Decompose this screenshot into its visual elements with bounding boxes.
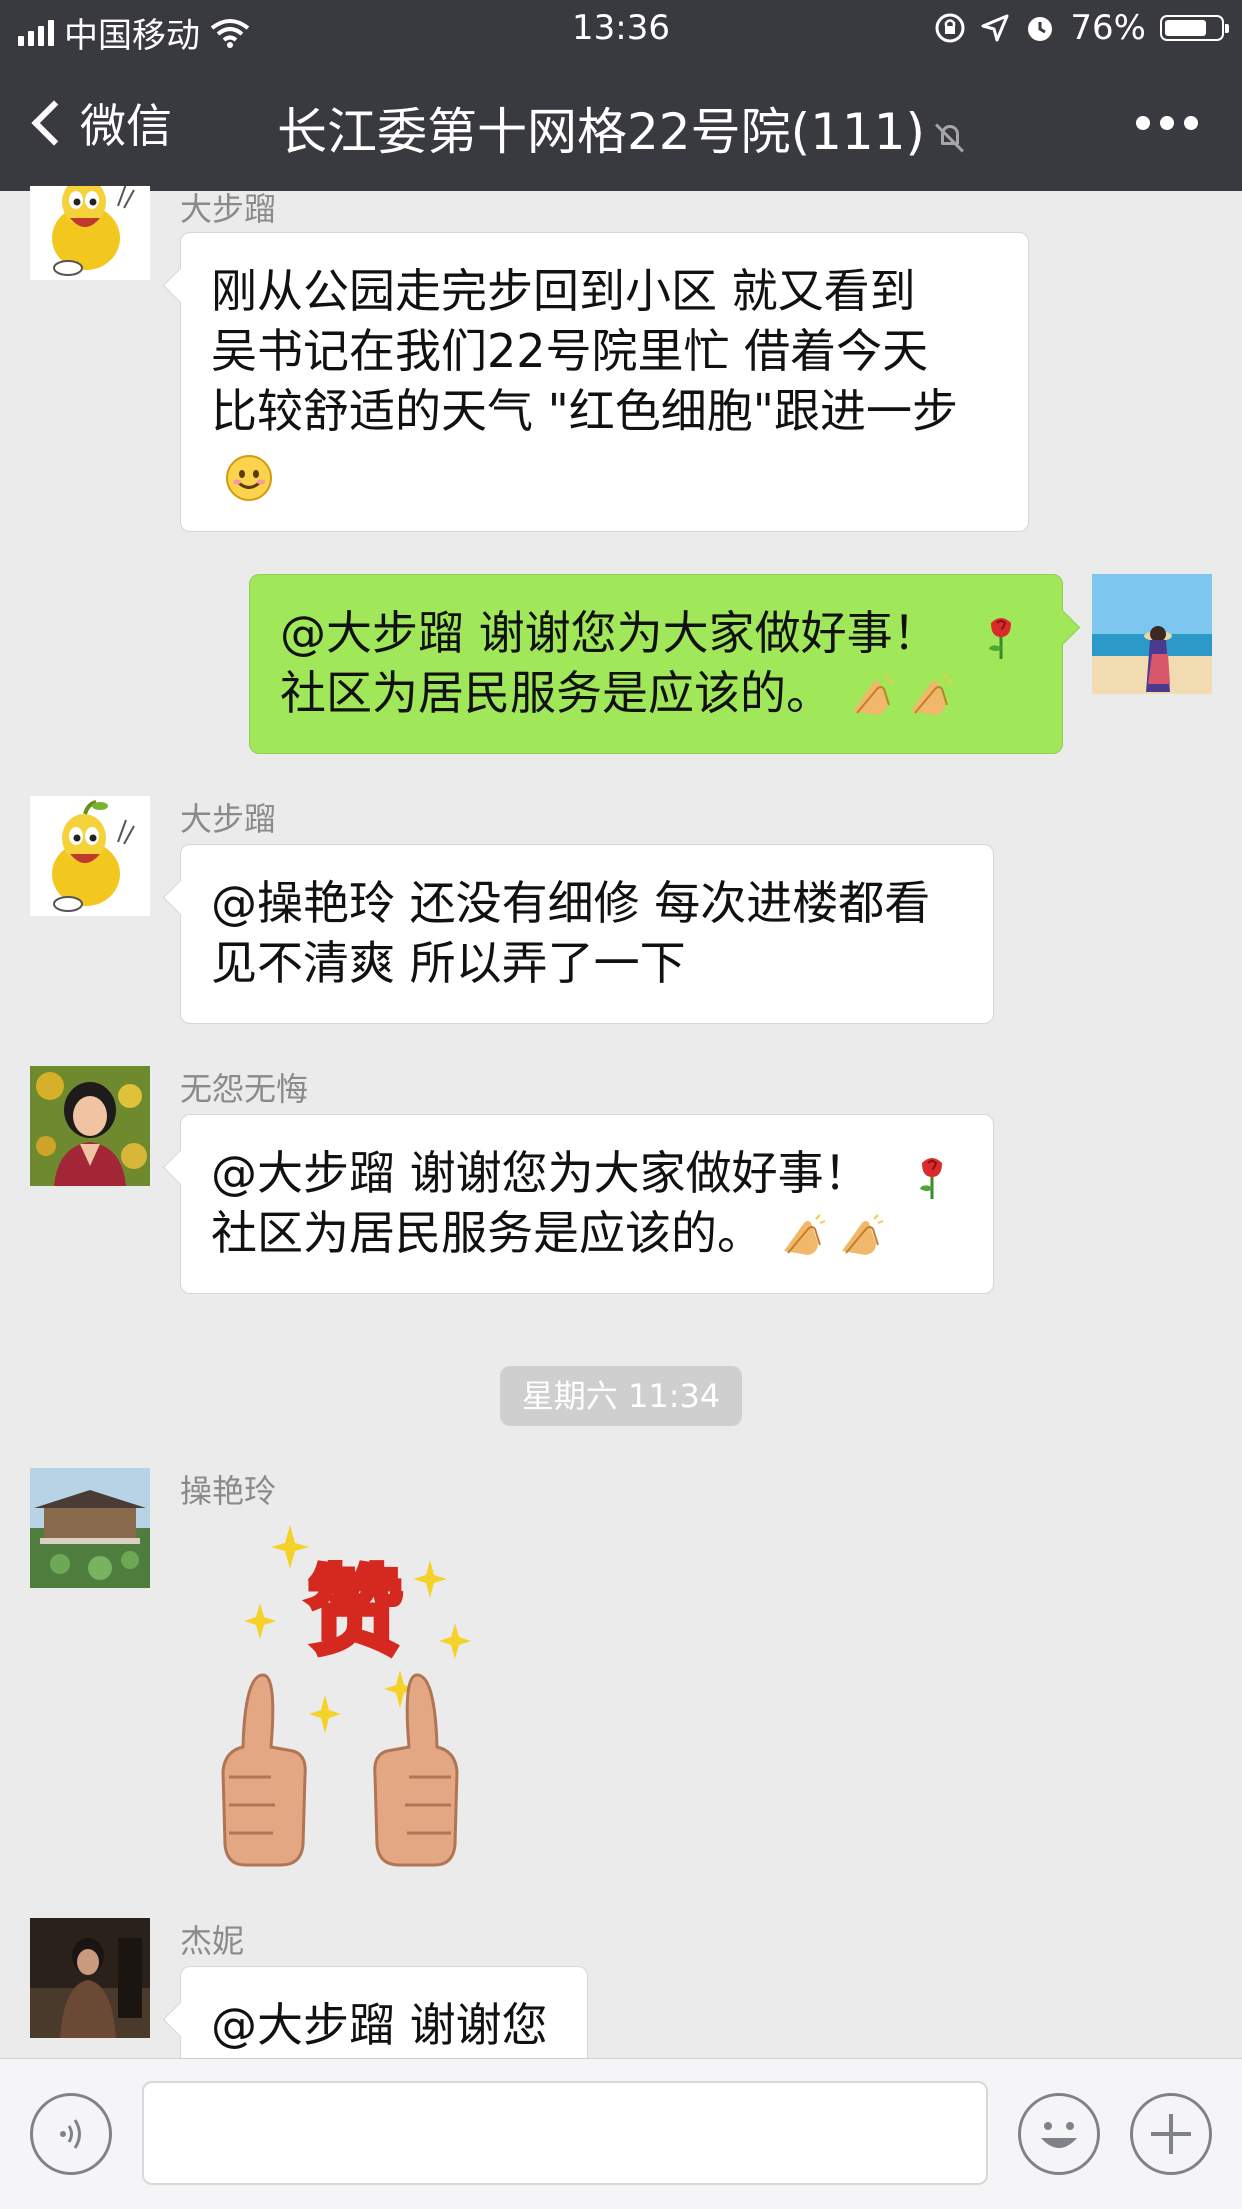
sender-name: 大步蹓	[180, 190, 277, 228]
location-arrow-icon	[981, 14, 1009, 42]
rose-emoji-icon	[977, 613, 1025, 661]
zan-character: 赞	[307, 1556, 403, 1668]
message-text: @操艳玲 还没有细修 每次进楼都看 见不清爽 所以弄了一下	[211, 876, 931, 990]
clap-emoji-icon	[778, 1213, 826, 1261]
message-bubble[interactable]: @操艳玲 还没有细修 每次进楼都看 见不清爽 所以弄了一下	[180, 844, 994, 1024]
message-input[interactable]	[142, 2081, 988, 2185]
rose-emoji-icon	[908, 1153, 956, 1201]
chat-title: 长江委第十网格22号院(111)	[276, 103, 926, 161]
more-button[interactable]	[1136, 116, 1198, 130]
message-bubble[interactable]: 刚从公园走完步回到小区 就又看到 吴书记在我们22号院里忙 借着今天 比较舒适的…	[180, 232, 1029, 532]
avatar-caoyanling[interactable]	[30, 1468, 150, 1588]
sender-name: 大步蹓	[180, 800, 277, 838]
alarm-icon	[1028, 17, 1053, 41]
nav-bar: 微信 长江委第十网格22号院(111)	[0, 62, 1242, 191]
message-text: @大步蹓 谢谢您为大家做好事！	[280, 606, 939, 660]
zan-sticker[interactable]: 赞	[205, 1515, 515, 1880]
thumbs-up-sticker-icon: 赞	[221, 1525, 471, 1867]
message-bubble[interactable]: @大步蹓 谢谢您为大家做好事！ 社区为居民服务是应该的。	[249, 574, 1063, 754]
top-bar: 中国移动 13:36 76% 微信 长江委第十网格22号院(111)	[0, 0, 1242, 191]
sender-name: 操艳玲	[180, 1472, 277, 1510]
sender-name: 无怨无悔	[180, 1070, 309, 1108]
status-bar: 中国移动 13:36 76%	[0, 0, 1242, 62]
voice-icon	[60, 2119, 81, 2149]
avatar-dabudao[interactable]	[30, 796, 150, 916]
avatar-self[interactable]	[1092, 574, 1212, 694]
timestamp-divider: 星期六 11:34	[500, 1366, 742, 1426]
message-text: 刚从公园走完步回到小区 就又看到 吴书记在我们22号院里忙 借着今天 比较舒适的…	[211, 264, 958, 438]
voice-button[interactable]	[30, 2093, 112, 2175]
emoji-icon	[1041, 2122, 1077, 2148]
message-text: @大步蹓 谢谢您	[211, 1998, 548, 2052]
battery-percent: 76%	[1070, 8, 1146, 48]
mute-icon	[935, 121, 965, 151]
emoji-button[interactable]	[1018, 2093, 1100, 2175]
avatar-dabudao[interactable]	[30, 186, 150, 306]
message-text-line2: 社区为居民服务是应该的。	[280, 666, 832, 720]
sender-name: 杰妮	[180, 1922, 245, 1960]
message-text-line2: 社区为居民服务是应该的。	[211, 1206, 763, 1260]
input-bar	[0, 2058, 1242, 2209]
plus-icon	[1151, 2114, 1191, 2154]
clap-emoji-icon	[905, 673, 953, 721]
avatar-jieni[interactable]	[30, 1918, 150, 2038]
avatar-wuyuanwuhui[interactable]	[30, 1066, 150, 1186]
chat-title-wrap: 长江委第十网格22号院(111)	[0, 92, 1242, 164]
battery-icon	[1160, 15, 1229, 41]
clap-emoji-icon	[847, 673, 895, 721]
add-button[interactable]	[1130, 2093, 1212, 2175]
message-text: @大步蹓 谢谢您为大家做好事！	[211, 1146, 870, 1200]
orientation-lock-icon	[935, 13, 965, 43]
smile-emoji-icon	[225, 454, 273, 502]
clap-emoji-icon	[836, 1213, 884, 1261]
message-bubble[interactable]: @大步蹓 谢谢您为大家做好事！ 社区为居民服务是应该的。	[180, 1114, 994, 1294]
